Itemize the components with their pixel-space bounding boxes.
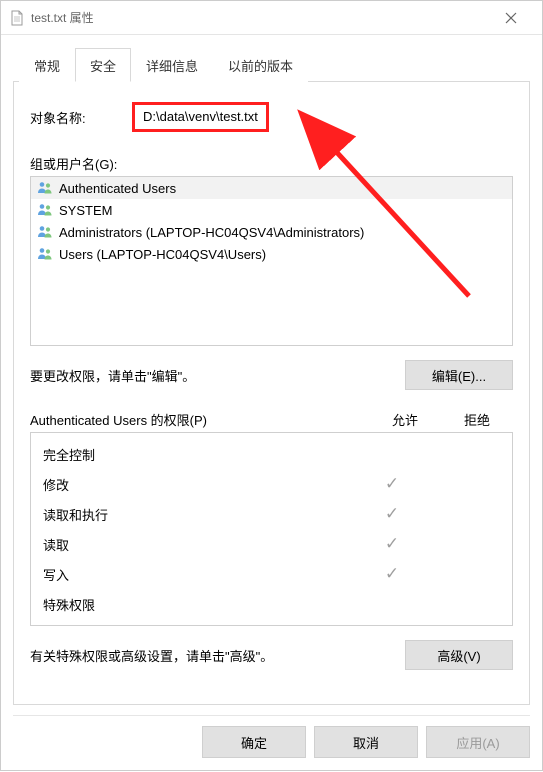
security-tab-panel: 对象名称: D:\data\venv\test.txt 组或用户名(G): Au… [13, 81, 530, 705]
principal-icon [37, 224, 55, 240]
permission-row: 写入✓ [31, 559, 512, 589]
tabs-row: 常规 安全 详细信息 以前的版本 [13, 47, 530, 81]
permission-row: 读取✓ [31, 529, 512, 559]
object-name-value: D:\data\venv\test.txt [132, 102, 269, 132]
tab-general[interactable]: 常规 [19, 48, 75, 82]
object-name-row: 对象名称: D:\data\venv\test.txt [30, 102, 513, 132]
apply-button[interactable]: 应用(A) [426, 726, 530, 758]
principal-name: Administrators (LAPTOP-HC04QSV4\Administ… [59, 225, 364, 240]
titlebar: test.txt 属性 [1, 1, 542, 35]
permission-row: 完全控制 [31, 439, 512, 469]
permission-name: 写入 [43, 565, 356, 584]
permissions-header-deny: 拒绝 [441, 410, 513, 429]
permissions-header-allow: 允许 [369, 410, 441, 429]
edit-permissions-button[interactable]: 编辑(E)... [405, 360, 513, 390]
close-button[interactable] [488, 1, 534, 34]
groups-label: 组或用户名(G): [30, 154, 513, 173]
permission-row: 特殊权限 [31, 589, 512, 619]
principal-item[interactable]: Administrators (LAPTOP-HC04QSV4\Administ… [31, 221, 512, 243]
principal-icon [37, 246, 55, 262]
principal-name: SYSTEM [59, 203, 112, 218]
tab-previous-versions[interactable]: 以前的版本 [213, 48, 308, 82]
principal-icon [37, 202, 55, 218]
ok-button[interactable]: 确定 [202, 726, 306, 758]
principal-name: Users (LAPTOP-HC04QSV4\Users) [59, 247, 266, 262]
edit-hint-text: 要更改权限，请单击"编辑"。 [30, 366, 195, 385]
tab-host: 常规 安全 详细信息 以前的版本 对象名称: D:\data\venv\test… [13, 47, 530, 705]
window-title: test.txt 属性 [31, 9, 94, 26]
permissions-table: 完全控制修改✓读取和执行✓读取✓写入✓特殊权限 [30, 432, 513, 626]
permission-name: 读取和执行 [43, 505, 356, 524]
principals-listbox[interactable]: Authenticated Users SYSTEM Administrators … [30, 176, 513, 346]
permission-name: 修改 [43, 475, 356, 494]
principal-icon [37, 180, 55, 196]
permission-row: 修改✓ [31, 469, 512, 499]
permission-allow: ✓ [356, 475, 428, 493]
permission-name: 特殊权限 [43, 595, 356, 614]
permission-row: 读取和执行✓ [31, 499, 512, 529]
advanced-hint-text: 有关特殊权限或高级设置，请单击"高级"。 [30, 646, 405, 665]
permission-allow: ✓ [356, 505, 428, 523]
permission-allow: ✓ [356, 535, 428, 553]
permission-name: 完全控制 [43, 445, 356, 464]
advanced-hint-row: 有关特殊权限或高级设置，请单击"高级"。 高级(V) [30, 640, 513, 670]
properties-window: test.txt 属性 常规 安全 详细信息 以前的版本 对象名称: D:\da… [0, 0, 543, 771]
permissions-header-lead: Authenticated Users 的权限(P) [30, 410, 369, 429]
client-area: 常规 安全 详细信息 以前的版本 对象名称: D:\data\venv\test… [1, 35, 542, 715]
permission-allow: ✓ [356, 565, 428, 583]
advanced-button[interactable]: 高级(V) [405, 640, 513, 670]
permissions-header: Authenticated Users 的权限(P) 允许 拒绝 [30, 410, 513, 429]
document-icon [9, 10, 25, 26]
tab-security[interactable]: 安全 [75, 48, 131, 82]
object-name-label: 对象名称: [30, 108, 132, 127]
principal-item[interactable]: Users (LAPTOP-HC04QSV4\Users) [31, 243, 512, 265]
principal-name: Authenticated Users [59, 181, 176, 196]
dialog-buttons: 确定 取消 应用(A) [1, 716, 542, 770]
cancel-button[interactable]: 取消 [314, 726, 418, 758]
principal-item[interactable]: Authenticated Users [31, 177, 512, 199]
tab-details[interactable]: 详细信息 [131, 48, 213, 82]
permission-name: 读取 [43, 535, 356, 554]
edit-hint-row: 要更改权限，请单击"编辑"。 编辑(E)... [30, 360, 513, 390]
principal-item[interactable]: SYSTEM [31, 199, 512, 221]
